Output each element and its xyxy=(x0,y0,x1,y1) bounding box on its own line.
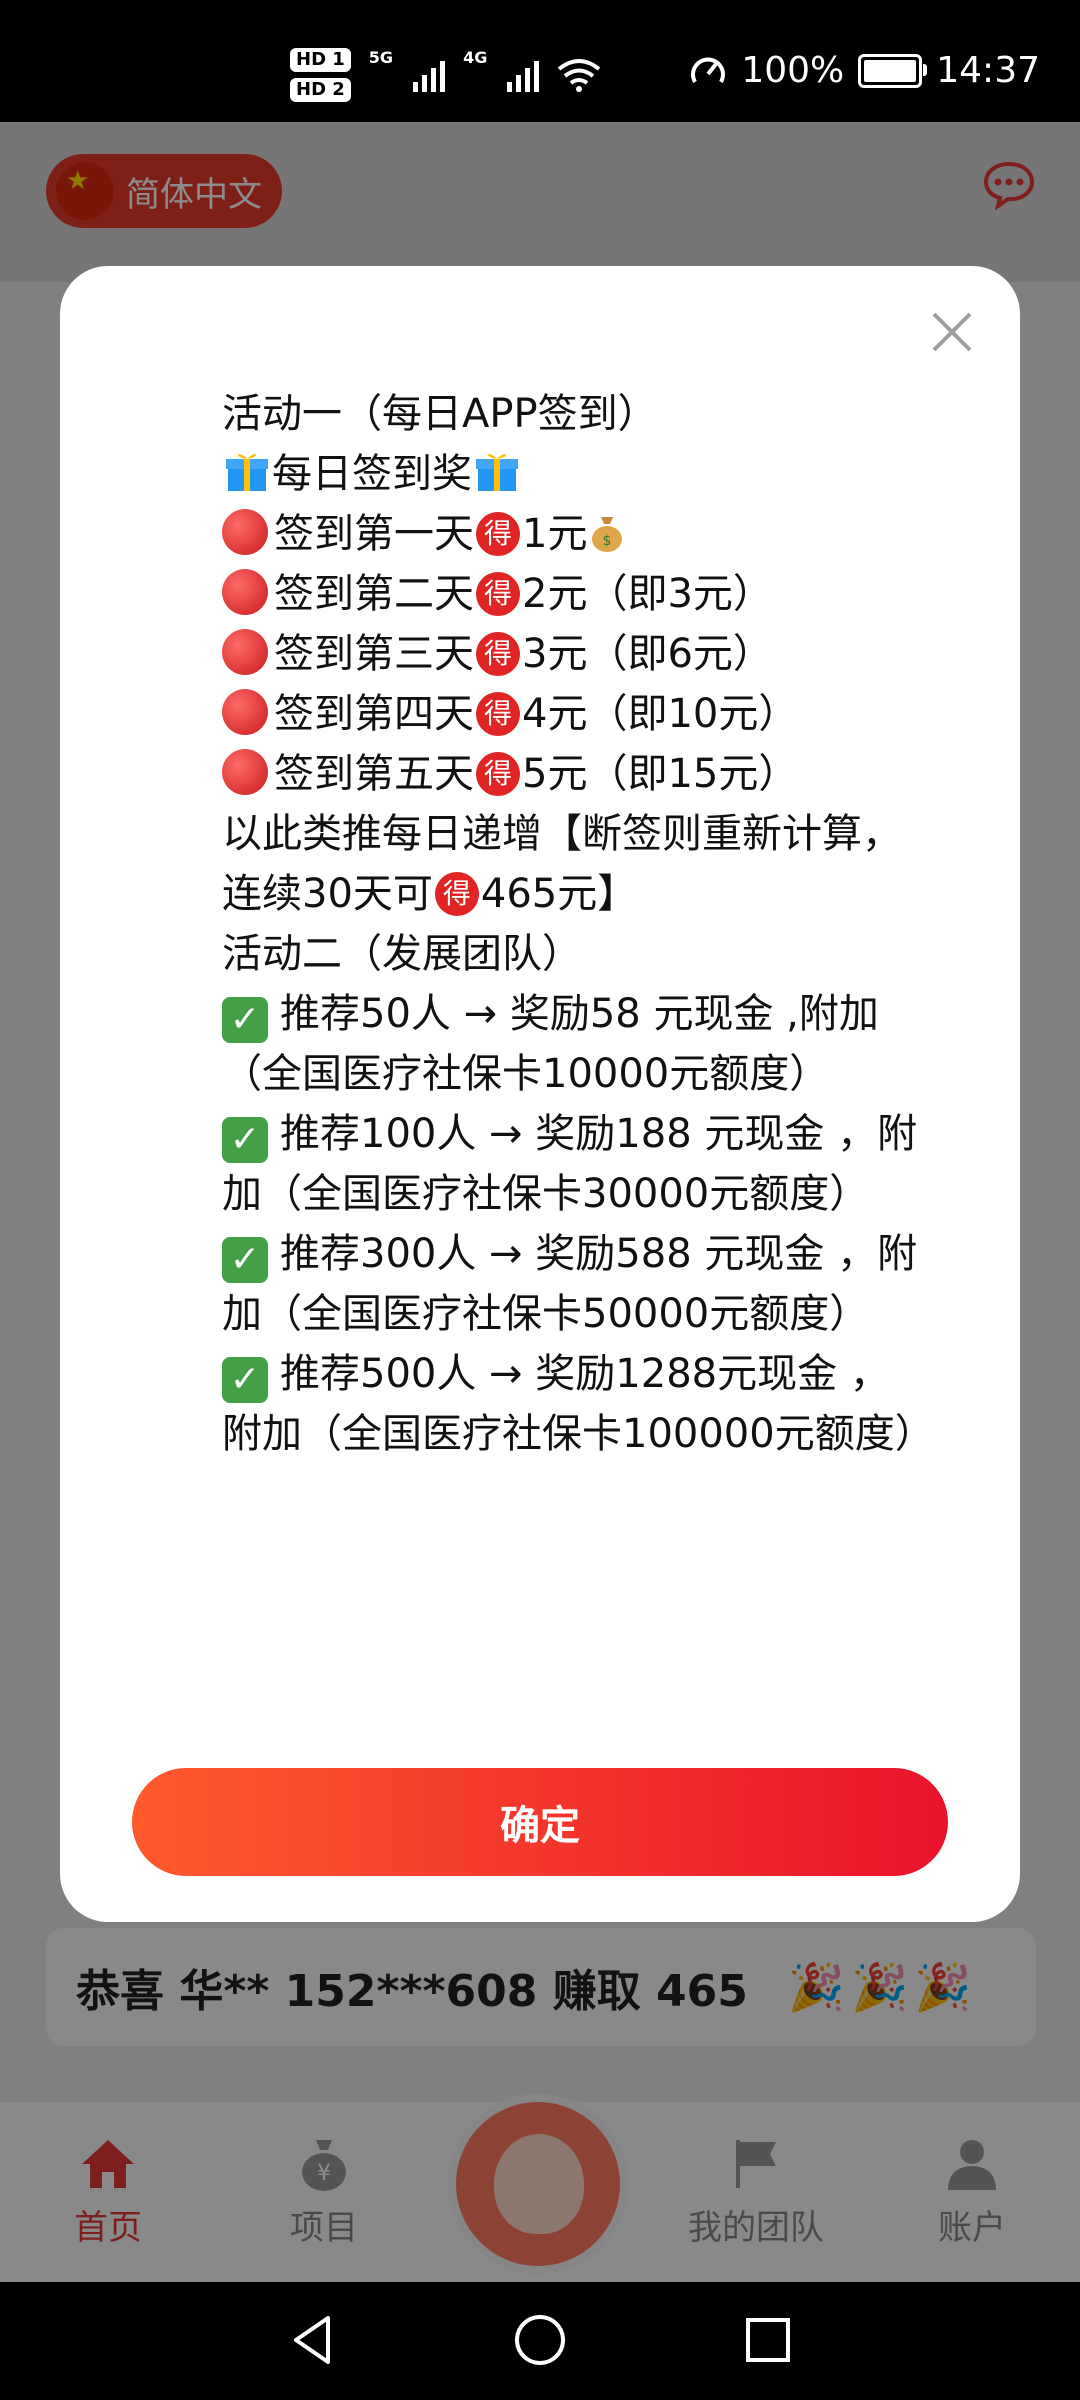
check-mark-icon: ✓ xyxy=(222,1117,268,1163)
status-bar: HD 1 HD 2 5G 4G 100% 14:37 xyxy=(0,0,1080,122)
signin-day-2: 签到第二天得 2元（即3元） xyxy=(222,564,922,624)
signal-icon-2 xyxy=(507,58,540,92)
speedometer-icon xyxy=(691,57,726,83)
hd1-badge: HD 1 xyxy=(290,48,351,72)
signin-day-label: 签到第五天 xyxy=(274,751,474,797)
status-right: 100% 14:37 xyxy=(689,50,1040,91)
streak-rule-reward: 465元】 xyxy=(480,871,638,917)
streak-rule: 以此类推每日递增【断签则重新计算，连续30天可得 465元】 xyxy=(222,804,922,924)
signin-day-reward: 5元（即15元） xyxy=(522,751,799,797)
red-circle-icon xyxy=(222,509,268,555)
red-circle-icon xyxy=(222,569,268,615)
signin-day-label: 签到第一天 xyxy=(274,511,474,557)
activity-text: 活动一（每日APP签到） 每日签到奖 签到第一天得 1元 $ 签到第二天得 2元（即3… xyxy=(222,384,922,1680)
signin-day-label: 签到第二天 xyxy=(274,571,474,617)
red-circle-icon xyxy=(222,749,268,795)
gift-icon xyxy=(476,454,518,491)
back-icon[interactable] xyxy=(284,2310,344,2370)
signin-day-5: 签到第五天得 5元（即15元） xyxy=(222,744,922,804)
signin-day-reward: 3元（即6元） xyxy=(522,631,773,677)
wifi-icon xyxy=(558,59,601,92)
team-reward-text: 推荐100人 → 奖励188 元现金 ，附加（全国医疗社保卡30000元额度） xyxy=(222,1111,918,1217)
battery-icon xyxy=(858,53,928,88)
activity-one-title: 活动一（每日APP签到） xyxy=(222,391,658,437)
activity-modal: 活动一（每日APP签到） 每日签到奖 签到第一天得 1元 $ 签到第二天得 2元（即3… xyxy=(60,266,1020,1922)
signin-day-label: 签到第四天 xyxy=(274,691,474,737)
network-4g-label: 4G xyxy=(463,48,488,67)
red-circle-icon xyxy=(222,689,268,735)
network-5g-label: 5G xyxy=(368,48,394,67)
signin-day-reward: 1元 xyxy=(522,511,588,557)
team-reward-text: 推荐500人 → 奖励1288元现金 ，附加（全国医疗社保卡100000元额度） xyxy=(222,1351,922,1457)
de-badge-icon: 得 xyxy=(434,872,479,916)
confirm-button[interactable]: 确定 xyxy=(132,1768,948,1876)
check-mark-icon: ✓ xyxy=(222,1357,268,1403)
check-mark-icon: ✓ xyxy=(222,1237,268,1283)
hd-badges: HD 1 HD 2 xyxy=(290,48,351,102)
signin-day-reward: 4元（即10元） xyxy=(522,691,799,737)
team-reward-text: 推荐50人 → 奖励58 元现金 ,附加（全国医疗社保卡10000元额度） xyxy=(222,991,879,1097)
team-reward-50: ✓ 推荐50人 → 奖励58 元现金 ,附加（全国医疗社保卡10000元额度） xyxy=(222,984,922,1104)
de-badge-icon: 得 xyxy=(476,632,520,676)
status-left: HD 1 HD 2 5G 4G xyxy=(290,48,601,102)
hd2-badge: HD 2 xyxy=(290,78,351,102)
signin-day-4: 签到第四天得 4元（即10元） xyxy=(222,684,922,744)
check-mark-icon: ✓ xyxy=(222,997,268,1043)
daily-reward-line: 每日签到奖 xyxy=(222,444,922,504)
signin-day-reward: 2元（即3元） xyxy=(522,571,773,617)
close-icon[interactable] xyxy=(922,302,982,362)
team-reward-300: ✓ 推荐300人 → 奖励588 元现金 ，附加（全国医疗社保卡50000元额度） xyxy=(222,1224,922,1344)
home-button-icon[interactable] xyxy=(510,2310,570,2370)
gift-icon xyxy=(226,454,268,491)
battery-fill xyxy=(864,59,917,82)
de-badge-icon: 得 xyxy=(476,692,520,736)
recents-icon[interactable] xyxy=(738,2310,798,2370)
clock: 14:37 xyxy=(936,50,1040,91)
team-reward-100: ✓ 推荐100人 → 奖励188 元现金 ，附加（全国医疗社保卡30000元额度） xyxy=(222,1104,922,1224)
de-badge-icon: 得 xyxy=(476,752,520,796)
svg-text:$: $ xyxy=(603,533,612,549)
red-circle-icon xyxy=(222,629,268,675)
activity-two-title: 活动二（发展团队） xyxy=(222,931,582,977)
daily-reward-label: 每日签到奖 xyxy=(272,451,472,497)
battery-percent: 100% xyxy=(741,50,845,91)
de-badge-icon: 得 xyxy=(476,512,520,556)
signal-icon xyxy=(413,58,446,92)
signin-day-1: 签到第一天得 1元 $ xyxy=(222,504,922,564)
de-badge-icon: 得 xyxy=(476,572,520,616)
signin-day-3: 签到第三天得 3元（即6元） xyxy=(222,624,922,684)
money-bag-icon: $ xyxy=(592,517,623,552)
team-reward-500: ✓ 推荐500人 → 奖励1288元现金 ，附加（全国医疗社保卡100000元额度… xyxy=(222,1344,922,1464)
team-reward-text: 推荐300人 → 奖励588 元现金 ，附加（全国医疗社保卡50000元额度） xyxy=(222,1231,918,1337)
system-nav-bar xyxy=(0,2282,1080,2400)
signin-day-label: 签到第三天 xyxy=(274,631,474,677)
